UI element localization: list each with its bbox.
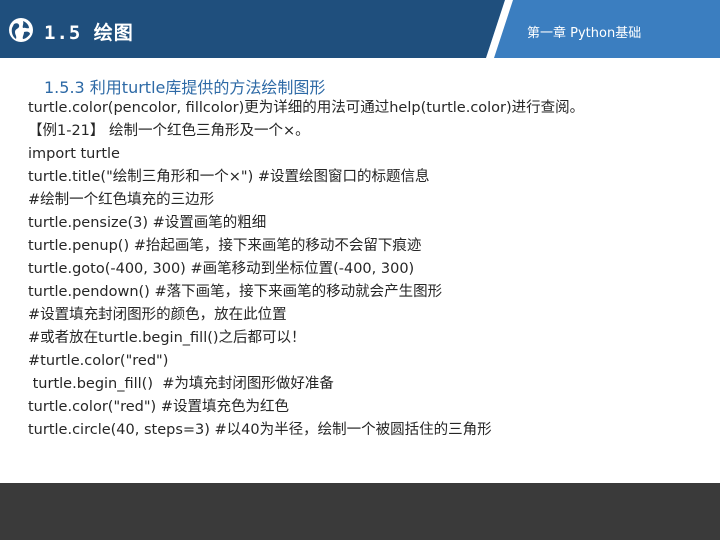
code-line: turtle.pendown() #落下画笔，接下来画笔的移动就会产生图形 <box>28 284 443 300</box>
code-comment: #或者放在turtle.begin_fill()之后都可以！ <box>28 330 306 346</box>
code-line: turtle.circle(40, steps=3) #以40为半径，绘制一个被… <box>28 422 492 438</box>
code-line: turtle.color("red") #设置填充色为红色 <box>28 399 289 415</box>
code-line: turtle.penup() #抬起画笔，接下来画笔的移动不会留下痕迹 <box>28 238 422 254</box>
code-line: turtle.pensize(3) #设置画笔的粗细 <box>28 215 267 231</box>
code-listing: turtle.color(pencolor, fillcolor)更为详细的用法… <box>28 97 708 442</box>
code-line: turtle.title("绘制三角形和一个×") #设置绘图窗口的标题信息 <box>28 169 430 185</box>
code-line: turtle.begin_fill() #为填充封闭图形做好准备 <box>28 376 334 392</box>
code-comment: #设置填充封闭图形的颜色，放在此位置 <box>28 307 287 323</box>
header-bar: 1.5 绘图 第一章 Python基础 <box>0 0 720 58</box>
code-line: import turtle <box>28 146 120 162</box>
body-line: turtle.color(pencolor, fillcolor)更为详细的用法… <box>28 100 585 116</box>
chapter-title: 第一章 Python基础 <box>527 26 642 41</box>
subsection-heading: 1.5.3 利用turtle库提供的方法绘制图形 <box>44 78 326 97</box>
code-line: turtle.goto(-400, 300) #画笔移动到坐标位置(-400, … <box>28 261 415 277</box>
code-comment: #绘制一个红色填充的三边形 <box>28 192 215 208</box>
example-caption: 【例1-21】 绘制一个红色三角形及一个×。 <box>28 123 310 139</box>
globe-icon <box>9 18 33 42</box>
footer-bar <box>0 483 720 540</box>
section-title: 1.5 绘图 <box>44 22 134 44</box>
code-comment: #turtle.color("red") <box>28 353 169 369</box>
